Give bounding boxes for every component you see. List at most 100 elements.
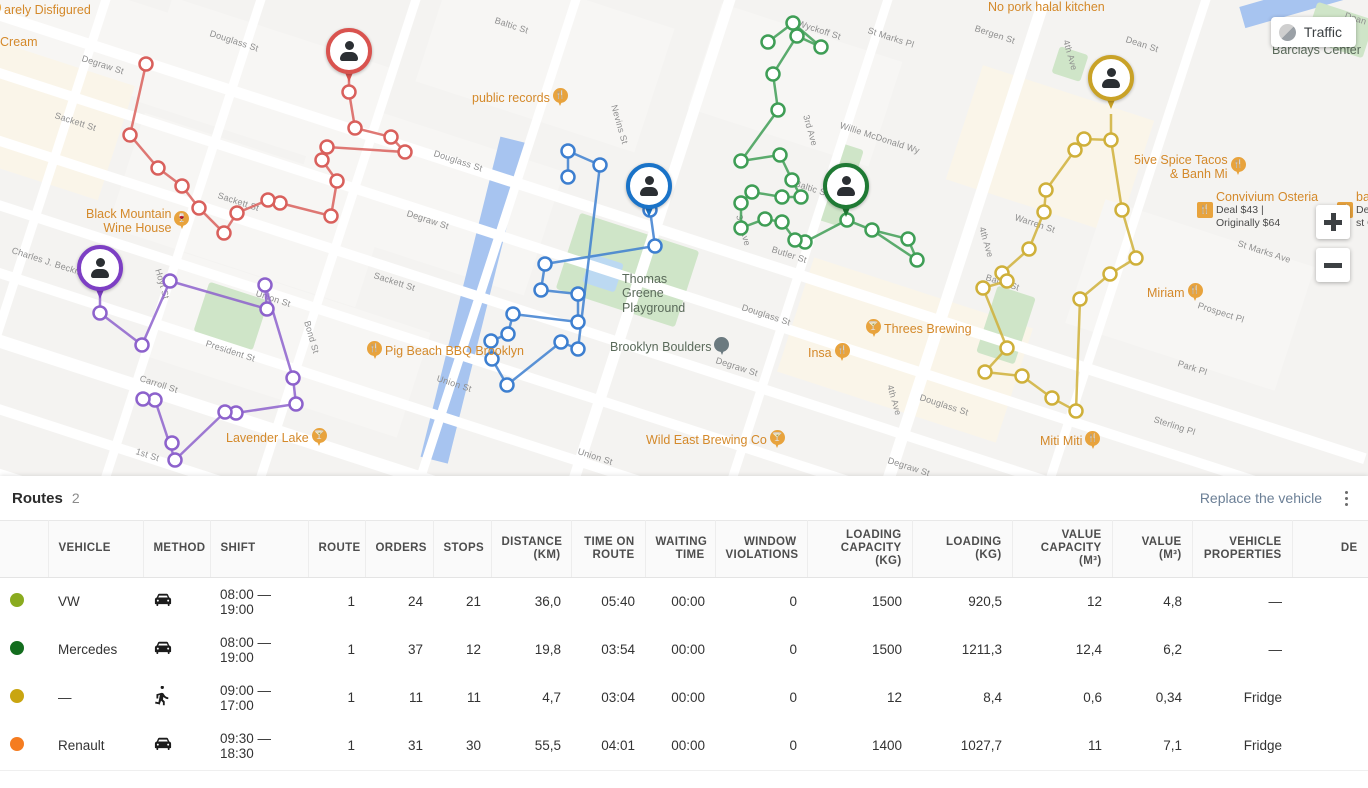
person-icon: [639, 176, 659, 197]
column-header-window_violations[interactable]: WINDOW VIOLATIONS: [715, 521, 807, 578]
cell-value_capacity: 0,6: [1012, 674, 1112, 722]
map-poi[interactable]: Miriam🍴: [1147, 283, 1203, 303]
cell-vehicle: Renault: [48, 722, 143, 771]
map-poi[interactable]: Insa🍴: [808, 343, 850, 363]
cell-loading_capacity: 1400: [807, 722, 912, 771]
cell-color: [0, 674, 48, 722]
cell-method: [143, 722, 210, 771]
cell-vehicle_properties: Fridge: [1192, 674, 1292, 722]
cell-waiting_time: 00:00: [645, 674, 715, 722]
total-value_capacity: 572,6: [1012, 770, 1112, 788]
column-header-loading_capacity[interactable]: LOADING CAPACITY (KG): [807, 521, 912, 578]
cell-waiting_time: 00:00: [645, 577, 715, 626]
map-poi-pin-icon: 🍴: [367, 341, 382, 361]
map-poi[interactable]: 🍴Cream: [0, 32, 38, 52]
plus-icon: [1324, 213, 1342, 231]
column-header-value[interactable]: VALUE (M³): [1112, 521, 1192, 578]
page-title: Routes: [12, 490, 63, 507]
cell-loading_capacity: 1500: [807, 577, 912, 626]
zoom-in-button[interactable]: [1316, 205, 1350, 239]
kebab-menu-icon[interactable]: [1334, 484, 1358, 512]
cell-waiting_time: 00:00: [645, 626, 715, 674]
map-poi[interactable]: 5ive Spice Tacos& Banh Mi🍴: [1134, 153, 1246, 182]
column-header-value_capacity[interactable]: VALUE CAPACITY (M³): [1012, 521, 1112, 578]
cell-stops: 12: [433, 626, 491, 674]
map-poi-pin-icon: 🍸: [866, 319, 881, 339]
map-poi-label: Lavender Lake: [226, 431, 309, 445]
car-icon: [153, 736, 173, 754]
map-poi[interactable]: Black MountainWine House🍷: [86, 207, 189, 236]
map-poi[interactable]: Wild East Brewing Co🍸: [646, 430, 785, 450]
walk-icon: [153, 686, 173, 704]
map-poi-label: Miti Miti: [1040, 434, 1082, 448]
zoom-out-button[interactable]: [1316, 248, 1350, 282]
map-poi[interactable]: Miti Miti🍴: [1040, 431, 1100, 451]
cell-loading_capacity: 1500: [807, 626, 912, 674]
driver-marker-blue[interactable]: [626, 163, 672, 219]
map-poi-pin-icon: 🍴: [1188, 283, 1203, 303]
traffic-label: Traffic: [1304, 24, 1342, 40]
routes-table-body[interactable]: VW08:00 — 19:001242136,005:4000:00015009…: [0, 577, 1368, 788]
cell-loading: 920,5: [912, 577, 1012, 626]
cell-color: [0, 626, 48, 674]
map-poi[interactable]: 🍴Pig Beach BBQ Brooklyn: [367, 341, 524, 361]
driver-marker-purple[interactable]: [77, 245, 123, 301]
total-window_violations: 0: [715, 770, 807, 788]
map-poi[interactable]: Lavender Lake🍸: [226, 428, 327, 448]
cell-vehicle_properties: —: [1192, 577, 1292, 626]
column-header-vehicle[interactable]: VEHICLE: [48, 521, 143, 578]
cell-distance: 55,5: [491, 722, 571, 771]
driver-marker-green[interactable]: [823, 163, 869, 219]
column-header-shift[interactable]: SHIFT: [210, 521, 308, 578]
car-icon: [153, 640, 173, 658]
column-header-stops[interactable]: STOPS: [433, 521, 491, 578]
driver-marker-red[interactable]: [326, 28, 372, 84]
table-row[interactable]: VW08:00 — 19:001242136,005:4000:00015009…: [0, 577, 1368, 626]
route-color-dot: [10, 593, 24, 607]
table-row[interactable]: Renault09:30 — 18:301313055,504:0100:000…: [0, 722, 1368, 771]
column-header-waiting_time[interactable]: WAITING TIME: [645, 521, 715, 578]
table-row[interactable]: —09:00 — 17:00111114,703:0400:000128,40,…: [0, 674, 1368, 722]
map-poi-pin-icon: 🍴: [553, 88, 568, 108]
map-poi-pin-icon: 🍴: [1085, 431, 1100, 451]
table-row[interactable]: Mercedes08:00 — 19:001371219,803:5400:00…: [0, 626, 1368, 674]
map-poi[interactable]: Brooklyn Boulders: [610, 337, 729, 357]
cell-waiting_time: 00:00: [645, 722, 715, 771]
cell-loading_capacity: 12: [807, 674, 912, 722]
cell-time_on_route: 03:04: [571, 674, 645, 722]
map-poi-label: barDelivst Or: [1356, 190, 1368, 230]
map-poi-label: Brooklyn Boulders: [610, 340, 711, 354]
cell-value: 0,34: [1112, 674, 1192, 722]
traffic-toggle[interactable]: Traffic: [1271, 17, 1356, 47]
table-header-row: VEHICLEMETHODSHIFTROUTEORDERSSTOPSDISTAN…: [0, 521, 1368, 578]
map-poi[interactable]: 🍸Threes Brewing: [866, 319, 972, 339]
cell-distance: 19,8: [491, 626, 571, 674]
map-poi[interactable]: public records🍴: [472, 88, 568, 108]
column-header-depot[interactable]: DE: [1292, 521, 1368, 578]
column-header-orders[interactable]: ORDERS: [365, 521, 433, 578]
column-header-loading[interactable]: LOADING (KG): [912, 521, 1012, 578]
column-header-method[interactable]: METHOD: [143, 521, 210, 578]
map-canvas[interactable]: Douglass StDegraw StSackett StDouglass S…: [0, 0, 1368, 476]
column-header-color[interactable]: [0, 521, 48, 578]
replace-vehicle-button[interactable]: Replace the vehicle: [1194, 486, 1328, 510]
cell-value: 4,8: [1112, 577, 1192, 626]
column-header-time_on_route[interactable]: TIME ON ROUTE: [571, 521, 645, 578]
total-depot: [1292, 770, 1368, 788]
driver-marker-gold[interactable]: [1088, 55, 1134, 111]
total-color: [0, 770, 48, 788]
map-poi-label: public records: [472, 91, 550, 105]
cell-loading: 1211,3: [912, 626, 1012, 674]
column-header-distance[interactable]: DISTANCE (KM): [491, 521, 571, 578]
cell-time_on_route: 04:01: [571, 722, 645, 771]
cell-color: [0, 722, 48, 771]
column-header-vehicle_properties[interactable]: VEHICLE PROPERTIES: [1192, 521, 1292, 578]
map-poi[interactable]: ThomasGreenePlayground: [622, 272, 685, 315]
cell-orders: 31: [365, 722, 433, 771]
map-poi[interactable]: 🍸arely Disfigured: [0, 0, 91, 20]
column-header-route[interactable]: ROUTE: [308, 521, 365, 578]
map-poi[interactable]: 🍴Convivium OsteriaDeal $43 |Originally $…: [1197, 190, 1318, 230]
map-poi[interactable]: No pork halal kitchen: [988, 0, 1105, 14]
zoom-controls[interactable]: [1316, 205, 1350, 291]
routes-table: VEHICLEMETHODSHIFTROUTEORDERSSTOPSDISTAN…: [0, 520, 1368, 788]
